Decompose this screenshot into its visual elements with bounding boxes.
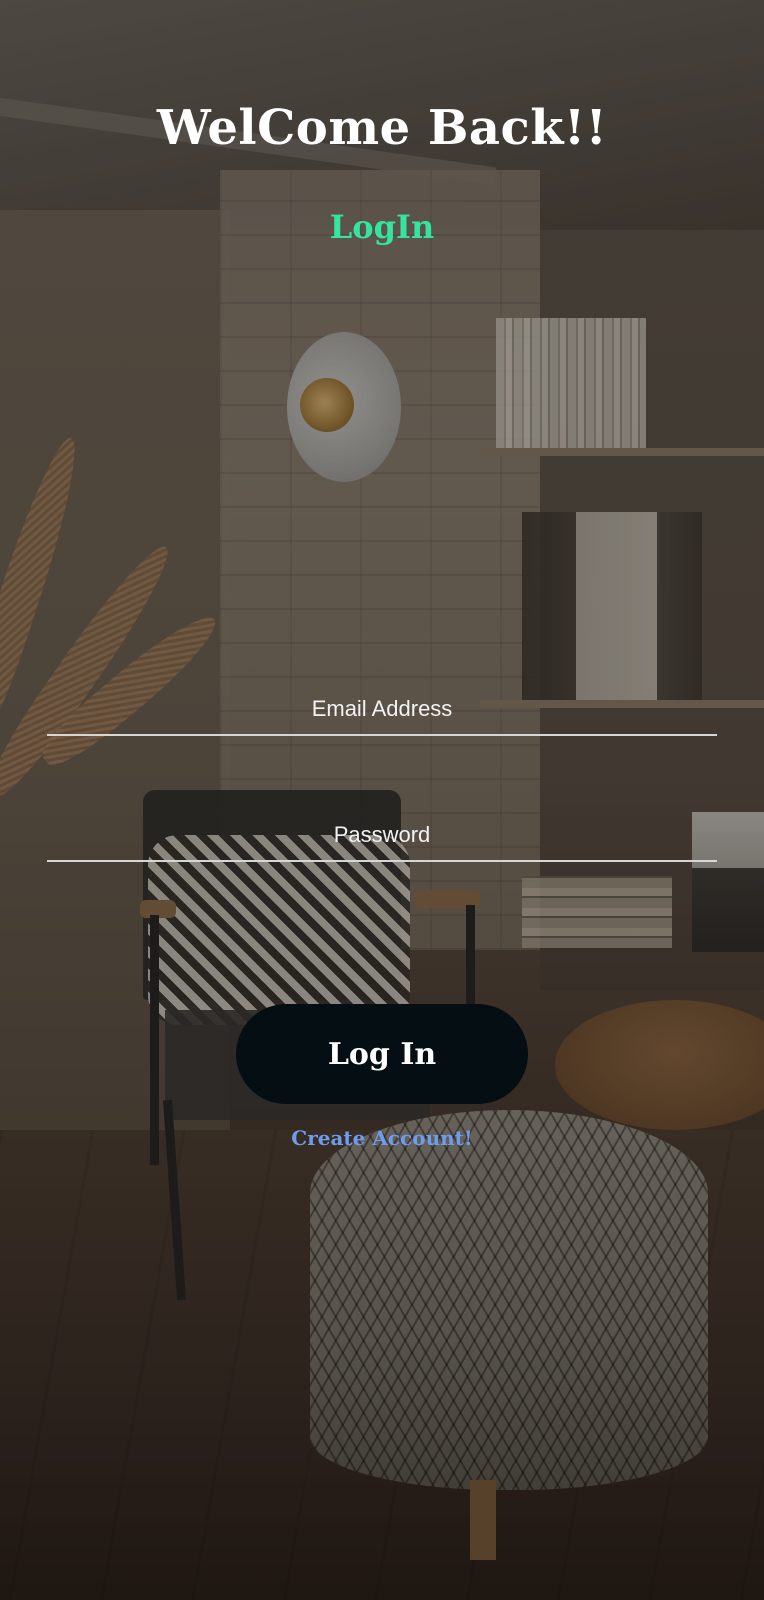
password-field: [47, 810, 717, 870]
page-title: WelCome Back!!: [156, 100, 608, 156]
email-input[interactable]: [47, 684, 717, 736]
login-button[interactable]: Log In: [236, 1004, 528, 1104]
login-screen: WelCome Back!! LogIn Log In Create Accou…: [0, 0, 764, 1600]
password-input[interactable]: [47, 810, 717, 862]
page-subtitle: LogIn: [329, 208, 435, 246]
create-account-link[interactable]: Create Account!: [0, 1126, 764, 1150]
email-field: [47, 684, 717, 744]
